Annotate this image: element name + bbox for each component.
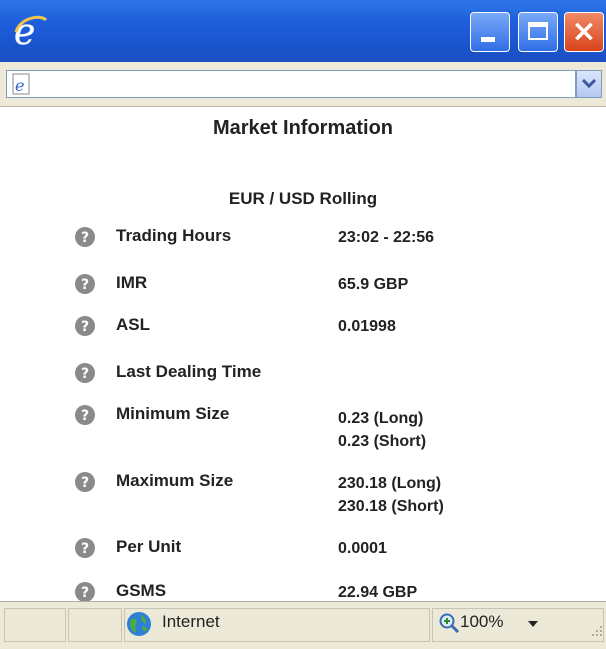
info-label: Last Dealing Time [116,362,262,381]
minimize-icon [481,37,495,42]
svg-text:?: ? [81,277,89,293]
svg-text:?: ? [81,408,89,424]
globe-icon [127,612,151,636]
info-value: 0.0001 [338,540,387,557]
status-cell [4,608,66,642]
close-icon: × [571,14,597,49]
page-icon: e [12,73,30,95]
help-icon[interactable]: ? [74,362,96,384]
ie-logo-icon: e [14,12,48,48]
info-value: 0.01998 [338,318,396,335]
info-label: IMR [116,273,148,292]
page-title: Market Information [212,117,394,139]
info-label: Per Unit [116,537,182,556]
help-icon[interactable]: ? [74,537,96,559]
status-bar [0,601,606,649]
maximize-icon [528,22,548,40]
svg-text:e: e [15,76,24,95]
info-label: Maximum Size [116,471,234,490]
info-value: 0.23 (Long) 0.23 (Short) [338,410,427,450]
svg-text:?: ? [81,366,89,382]
help-icon[interactable]: ? [74,226,96,248]
help-icon[interactable]: ? [74,315,96,337]
browser-window: e × e Market Information EUR / USD Rolli… [0,0,606,649]
zoom-level: 100% [460,612,504,631]
help-icon[interactable]: ? [74,404,96,426]
address-dropdown-button[interactable] [576,70,602,98]
instrument-name: EUR / USD Rolling [228,189,378,208]
close-button[interactable]: × [564,12,604,52]
svg-text:?: ? [81,585,89,601]
page-content: Market Information EUR / USD Rolling ? T… [0,107,606,601]
info-label: Trading Hours [116,226,232,245]
help-icon[interactable]: ? [74,471,96,493]
info-value: 230.18 (Long) 230.18 (Short) [338,475,444,515]
svg-text:?: ? [81,230,89,246]
chevron-down-icon [582,79,596,89]
info-label: ASL [116,315,150,334]
address-field[interactable]: e [6,70,576,98]
help-icon[interactable]: ? [74,581,96,601]
maximize-button[interactable] [518,12,558,52]
svg-text:?: ? [81,541,89,557]
security-zone-label: Internet [162,612,220,631]
info-label: GSMS [116,581,167,600]
svg-text:?: ? [81,319,89,335]
title-bar[interactable]: e × [0,0,606,62]
address-bar: e [0,62,606,107]
info-value: 22.94 GBP [338,584,418,601]
status-cell [68,608,122,642]
minimize-button[interactable] [470,12,510,52]
help-icon[interactable]: ? [74,273,96,295]
info-value: 65.9 GBP [338,276,409,293]
zoom-dropdown-icon[interactable] [528,621,538,627]
svg-text:?: ? [81,475,89,491]
info-value: 23:02 - 22:56 [338,229,435,246]
magnifier-icon [439,613,460,634]
resize-grip-icon[interactable] [586,622,604,640]
info-label: Minimum Size [116,404,230,423]
